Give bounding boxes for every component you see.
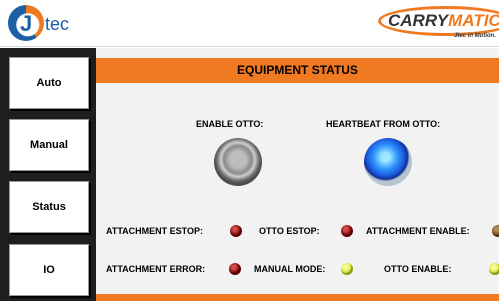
- otto-enable-label: OTTO ENABLE:: [384, 264, 452, 274]
- enable-otto-indicator[interactable]: [214, 138, 262, 186]
- manual-button[interactable]: Manual: [9, 119, 89, 171]
- otto-estop-label: OTTO ESTOP:: [259, 226, 320, 236]
- enable-otto-label: ENABLE OTTO:: [196, 119, 264, 129]
- jtec-logo: J tec: [8, 5, 98, 43]
- attachment-error-label: ATTACHMENT ERROR:: [106, 264, 206, 274]
- page-title: EQUIPMENT STATUS: [96, 58, 499, 83]
- otto-enable-indicator: [489, 263, 499, 275]
- auto-button[interactable]: Auto: [9, 57, 89, 109]
- io-button[interactable]: IO: [9, 244, 89, 296]
- carrymatic-logo-matic: MATIC: [448, 11, 499, 30]
- header-bar: J tec CARRYMATIC Jtec in Motion.: [0, 0, 499, 47]
- otto-estop-indicator: [341, 225, 353, 237]
- manual-mode-label: MANUAL MODE:: [254, 264, 326, 274]
- jtec-logo-text: tec: [45, 14, 70, 34]
- status-button[interactable]: Status: [9, 181, 89, 233]
- bottom-accent-bar: [96, 294, 499, 301]
- attachment-estop-label: ATTACHMENT ESTOP:: [106, 226, 203, 236]
- carrymatic-logo-word: CARRYMATIC: [388, 11, 499, 31]
- jtec-logo-letter: J: [20, 11, 33, 36]
- attachment-estop-indicator: [230, 225, 242, 237]
- main-panel: EQUIPMENT STATUS ENABLE OTTO: HEARTBEAT …: [96, 48, 499, 301]
- manual-mode-indicator: [341, 263, 353, 275]
- heartbeat-indicator: [364, 138, 412, 186]
- carrymatic-logo-tagline: Jtec in Motion.: [454, 33, 496, 39]
- attachment-enable-label: ATTACHMENT ENABLE:: [366, 226, 470, 236]
- carrymatic-logo: CARRYMATIC Jtec in Motion.: [378, 6, 499, 44]
- attachment-enable-indicator: [492, 225, 499, 237]
- sidebar: Auto Manual Status IO: [0, 48, 96, 301]
- attachment-error-indicator: [229, 263, 241, 275]
- carrymatic-logo-carry: CARRY: [388, 11, 449, 30]
- heartbeat-label: HEARTBEAT FROM OTTO:: [326, 119, 441, 129]
